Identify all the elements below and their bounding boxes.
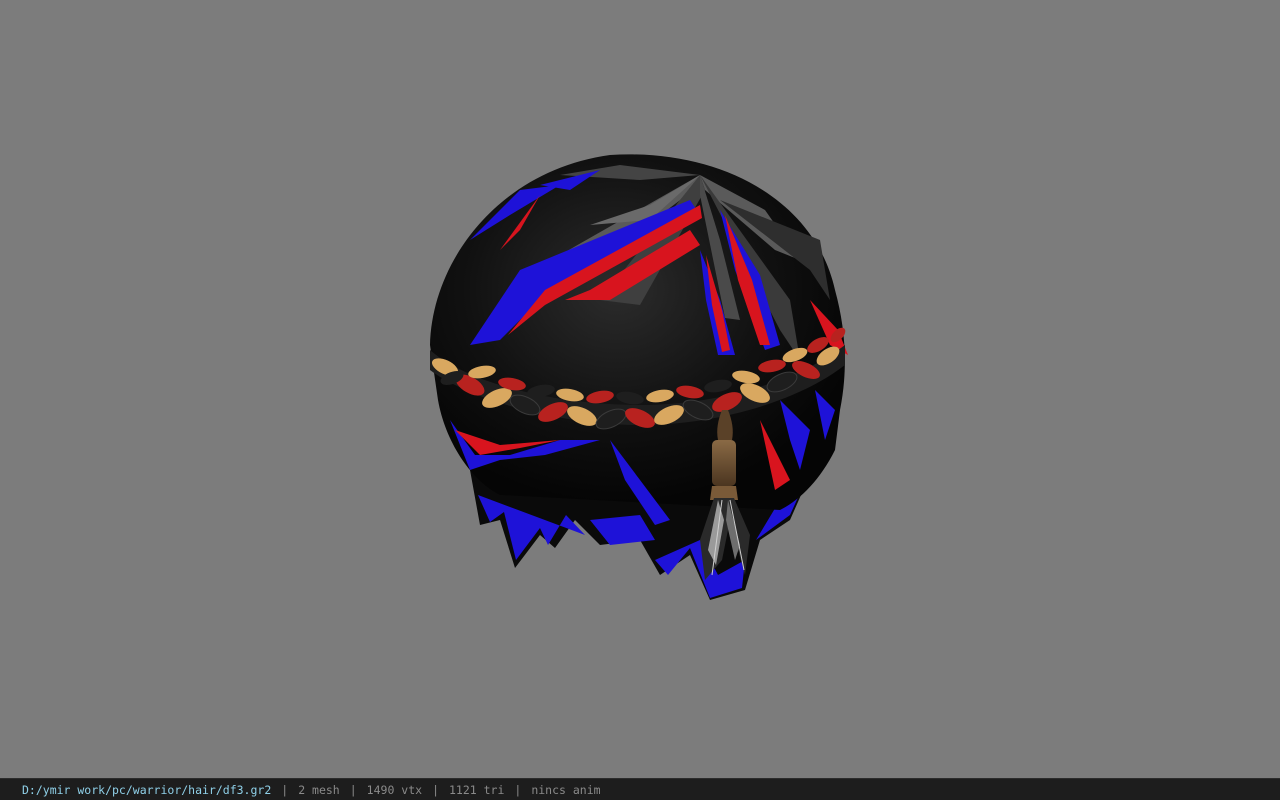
status-bar: D:/ymir work/pc/warrior/hair/df3.gr2 | 2… <box>0 778 1280 800</box>
status-separator: | <box>514 782 522 797</box>
3d-viewport[interactable] <box>0 0 1280 778</box>
status-separator: | <box>349 782 357 797</box>
triangle-count-label: 1121 tri <box>449 782 505 797</box>
hair-model-render <box>430 154 848 600</box>
vertex-count-label: 1490 vtx <box>366 782 423 797</box>
anim-status-label: nincs anim <box>531 782 601 797</box>
status-separator: | <box>432 782 439 797</box>
mesh-count-label: 2 mesh <box>298 782 340 797</box>
status-separator: | <box>281 782 289 797</box>
file-path-label: D:/ymir work/pc/warrior/hair/df3.gr2 <box>22 782 272 797</box>
hair-dome <box>430 154 848 525</box>
